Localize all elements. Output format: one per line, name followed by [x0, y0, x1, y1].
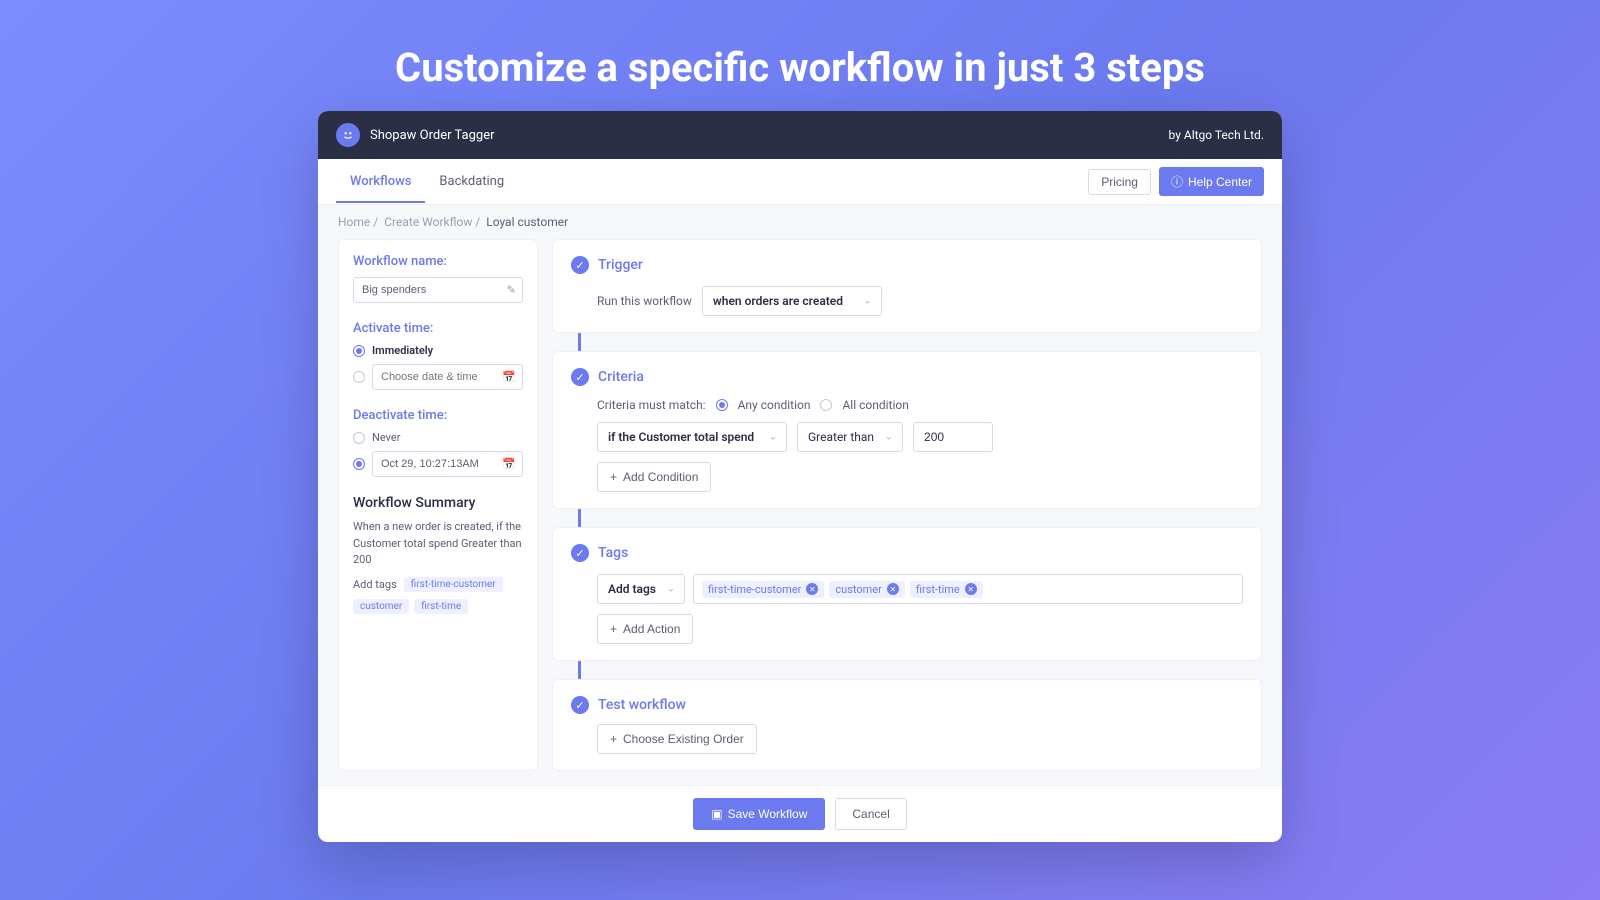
criteria-value-input[interactable] [913, 422, 993, 452]
save-icon: ▣ [711, 807, 722, 821]
tags-panel: ✓ Tags Add tags ⌄ first-time-customer ✕ [552, 527, 1262, 661]
criteria-field-select[interactable]: if the Customer total spend ⌄ [597, 422, 787, 452]
choose-order-button[interactable]: + Choose Existing Order [597, 724, 757, 754]
help-center-button[interactable]: ⓘ Help Center [1159, 167, 1264, 196]
tab-row: Workflows Backdating Pricing ⓘ Help Cent… [318, 159, 1282, 205]
plus-icon: + [610, 732, 617, 746]
workflow-summary-text: When a new order is created, if the Cust… [353, 519, 523, 569]
remove-tag-icon[interactable]: ✕ [887, 583, 899, 595]
activate-time-label: Activate time: [353, 321, 523, 336]
criteria-all-text: All condition [842, 398, 908, 412]
calendar-icon[interactable]: 📅 [502, 458, 516, 471]
breadcrumb-create[interactable]: Create Workflow [384, 215, 472, 229]
chevron-down-icon: ⌄ [667, 584, 675, 595]
check-icon: ✓ [571, 256, 589, 274]
check-icon: ✓ [571, 544, 589, 562]
remove-tag-icon[interactable]: ✕ [965, 583, 977, 595]
tab-workflows[interactable]: Workflows [336, 160, 425, 203]
choose-order-label: Choose Existing Order [623, 732, 744, 746]
tags-title: Tags [598, 545, 628, 561]
tag-chip-label: customer [835, 583, 881, 596]
deactivate-never-text: Never [372, 431, 400, 444]
pricing-button[interactable]: Pricing [1088, 169, 1151, 195]
criteria-operator-select[interactable]: Greater than ⌄ [797, 422, 903, 452]
plus-icon: + [610, 622, 617, 636]
activate-date-input[interactable] [372, 364, 523, 390]
connector-line [578, 509, 581, 527]
trigger-select[interactable]: when orders are created ⌄ [702, 286, 882, 316]
check-icon: ✓ [571, 368, 589, 386]
footer-bar: ▣ Save Workflow Cancel [318, 785, 1282, 842]
app-logo-icon [336, 123, 360, 147]
activate-immediately-radio[interactable] [353, 345, 365, 357]
trigger-title: Trigger [598, 257, 643, 273]
test-title: Test workflow [598, 697, 686, 713]
chevron-down-icon: ⌄ [769, 432, 777, 443]
criteria-panel: ✓ Criteria Criteria must match: Any cond… [552, 351, 1262, 509]
add-action-label: Add Action [623, 622, 680, 636]
tag-chip-label: first-time-customer [708, 583, 801, 596]
cancel-button[interactable]: Cancel [835, 798, 906, 830]
save-workflow-button[interactable]: ▣ Save Workflow [693, 798, 825, 830]
workflow-summary-label: Workflow Summary [353, 495, 523, 511]
criteria-any-radio[interactable] [716, 399, 728, 411]
test-panel: ✓ Test workflow + Choose Existing Order [552, 679, 1262, 771]
help-center-label: Help Center [1188, 175, 1252, 189]
deactivate-time-label: Deactivate time: [353, 408, 523, 423]
criteria-field-value: if the Customer total spend [608, 430, 754, 444]
criteria-any-text: Any condition [738, 398, 811, 412]
summary-add-tags-label: Add tags [353, 578, 397, 591]
calendar-icon[interactable]: 📅 [502, 371, 516, 384]
edit-icon[interactable]: ✎ [507, 284, 516, 297]
activate-date-radio[interactable] [353, 371, 365, 383]
criteria-title: Criteria [598, 369, 644, 385]
app-name: Shopaw Order Tagger [370, 128, 495, 143]
tag-chip: customer ✕ [829, 581, 904, 598]
body-area: Workflow name: ✎ Activate time: Immediat… [318, 239, 1282, 785]
tab-backdating[interactable]: Backdating [425, 160, 518, 203]
deactivate-date-input[interactable] [372, 451, 523, 477]
workflow-name-input[interactable] [353, 277, 523, 303]
check-icon: ✓ [571, 696, 589, 714]
trigger-run-label: Run this workflow [597, 294, 692, 308]
breadcrumb-home[interactable]: Home [338, 215, 370, 229]
title-bar: Shopaw Order Tagger by Altgo Tech Ltd. [318, 111, 1282, 159]
criteria-all-radio[interactable] [820, 399, 832, 411]
save-workflow-label: Save Workflow [728, 807, 808, 821]
chevron-down-icon: ⌄ [885, 432, 893, 443]
trigger-select-value: when orders are created [713, 294, 843, 308]
criteria-match-label: Criteria must match: [597, 398, 706, 412]
tags-input-field[interactable]: first-time-customer ✕ customer ✕ first-t… [693, 574, 1243, 604]
main-column: ✓ Trigger Run this workflow when orders … [552, 239, 1262, 771]
connector-line [578, 661, 581, 679]
deactivate-never-radio[interactable] [353, 432, 365, 444]
add-condition-button[interactable]: + Add Condition [597, 462, 711, 492]
marketing-headline: Customize a specific workflow in just 3 … [0, 0, 1600, 111]
app-window: Shopaw Order Tagger by Altgo Tech Ltd. W… [318, 111, 1282, 842]
deactivate-date-radio[interactable] [353, 458, 365, 470]
criteria-operator-value: Greater than [808, 430, 874, 444]
breadcrumb: Home/ Create Workflow/ Loyal customer [318, 205, 1282, 239]
sidebar-panel: Workflow name: ✎ Activate time: Immediat… [338, 239, 538, 771]
add-action-button[interactable]: + Add Action [597, 614, 693, 644]
plus-icon: + [610, 470, 617, 484]
breadcrumb-current: Loyal customer [486, 215, 568, 229]
remove-tag-icon[interactable]: ✕ [806, 583, 818, 595]
summary-tag: first-time-customer [404, 577, 503, 592]
tag-chip: first-time-customer ✕ [702, 581, 824, 598]
tags-action-value: Add tags [608, 582, 656, 596]
add-condition-label: Add Condition [623, 470, 698, 484]
activate-immediately-text: Immediately [372, 344, 433, 357]
trigger-panel: ✓ Trigger Run this workflow when orders … [552, 239, 1262, 333]
summary-tag: customer [353, 599, 409, 614]
connector-line [578, 333, 581, 351]
workflow-name-label: Workflow name: [353, 254, 523, 269]
vendor-label: by Altgo Tech Ltd. [1169, 128, 1264, 142]
chevron-down-icon: ⌄ [864, 296, 872, 307]
tags-action-select[interactable]: Add tags ⌄ [597, 574, 685, 604]
help-icon: ⓘ [1171, 173, 1183, 190]
summary-tag: first-time [414, 599, 468, 614]
tag-chip: first-time ✕ [910, 581, 983, 598]
tag-chip-label: first-time [916, 583, 960, 596]
